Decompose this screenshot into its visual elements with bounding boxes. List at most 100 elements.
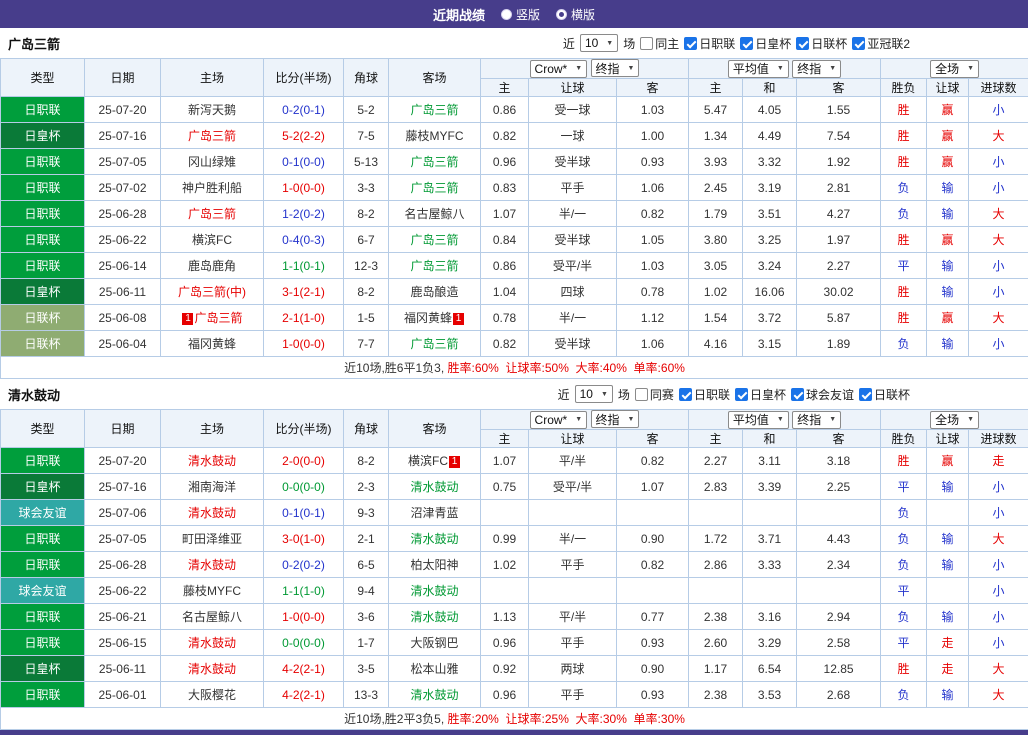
layout-radio-horizontal[interactable]: 横版: [556, 6, 595, 23]
league-filter-checkbox[interactable]: 日职联: [684, 35, 735, 52]
euro-draw-odds: 3.72: [742, 304, 798, 331]
home-team[interactable]: 清水鼓动: [188, 454, 236, 468]
away-team[interactable]: 大阪钢巴: [410, 636, 458, 650]
score-cell[interactable]: 3-0(1-0): [263, 525, 344, 552]
average-select[interactable]: 平均值: [727, 410, 789, 429]
match-count-select[interactable]: 10: [579, 34, 619, 52]
away-cell: 广岛三箭: [388, 252, 481, 279]
league-filter-checkbox[interactable]: 日联杯: [858, 386, 910, 403]
home-team[interactable]: 町田泽维亚: [182, 532, 242, 546]
col-home: 主场: [160, 58, 264, 97]
home-team[interactable]: 湘南海洋: [188, 480, 236, 494]
score-cell[interactable]: 0-0(0-0): [263, 629, 344, 656]
score-cell[interactable]: 1-0(0-0): [263, 603, 344, 630]
away-team[interactable]: 清水鼓动: [410, 610, 458, 624]
away-team[interactable]: 清水鼓动: [410, 532, 458, 546]
odds-stage-select[interactable]: 终指: [590, 59, 640, 78]
home-team[interactable]: 广岛三箭: [188, 129, 236, 143]
score-cell[interactable]: 1-2(0-2): [263, 200, 344, 227]
home-team[interactable]: 藤枝MYFC: [183, 584, 241, 598]
home-team[interactable]: 名古屋鲸八: [182, 610, 242, 624]
euro-away-odds: 1.55: [796, 96, 882, 123]
handicap-line: 两球: [528, 655, 617, 682]
score-cell[interactable]: 2-0(0-0): [263, 447, 344, 474]
away-team[interactable]: 柏太阳神: [410, 558, 458, 572]
score-cell[interactable]: 0-2(0-1): [263, 96, 344, 123]
home-team[interactable]: 福冈黄蜂: [188, 337, 236, 351]
away-team[interactable]: 清水鼓动: [410, 688, 458, 702]
league-filter-checkbox[interactable]: 日职联: [678, 386, 730, 403]
score-cell[interactable]: 1-1(1-0): [263, 577, 344, 604]
home-team[interactable]: 冈山绿雉: [188, 155, 236, 169]
away-team[interactable]: 沼津青蓝: [410, 506, 458, 520]
away-cell: 清水鼓动: [388, 525, 481, 552]
handicap-away-odds: 0.78: [615, 278, 690, 305]
home-team[interactable]: 清水鼓动: [188, 636, 236, 650]
score-cell[interactable]: 1-0(0-0): [263, 174, 344, 201]
away-team[interactable]: 名古屋鲸八: [404, 207, 464, 221]
away-team[interactable]: 广岛三箭: [410, 337, 458, 351]
handicap-home-odds: 0.84: [480, 226, 529, 253]
score-cell[interactable]: 1-0(0-0): [263, 330, 344, 357]
score-cell[interactable]: 5-2(2-2): [263, 122, 344, 149]
score-cell[interactable]: 3-1(2-1): [263, 278, 344, 305]
result-wdl: 负: [880, 174, 928, 201]
result-wdl: 胜: [880, 226, 928, 253]
euro-away-odds: 4.27: [796, 200, 882, 227]
away-team[interactable]: 松本山雅: [410, 662, 458, 676]
away-team[interactable]: 广岛三箭: [410, 181, 458, 195]
radio-label: 横版: [571, 7, 596, 22]
handicap-line: 受平/半: [528, 252, 617, 279]
score-cell[interactable]: 0-4(0-3): [263, 226, 344, 253]
away-team[interactable]: 广岛三箭: [410, 155, 458, 169]
score-cell[interactable]: 0-1(0-0): [263, 148, 344, 175]
away-team[interactable]: 福冈黄蜂: [404, 311, 452, 325]
bookmaker-select[interactable]: Crow*: [529, 410, 588, 429]
same-venue-checkbox[interactable]: 同主: [640, 35, 679, 52]
league-filter-checkbox[interactable]: 日皇杯: [734, 386, 786, 403]
league-filter-checkbox[interactable]: 球会友谊: [790, 386, 854, 403]
home-team[interactable]: 横滨FC: [192, 233, 232, 247]
match-count-select[interactable]: 10: [574, 385, 613, 403]
score-cell[interactable]: 4-2(2-1): [263, 655, 344, 682]
bookmaker-select[interactable]: Crow*: [529, 59, 588, 78]
home-team[interactable]: 大阪樱花: [188, 688, 236, 702]
odds-stage-select[interactable]: 终指: [792, 59, 842, 78]
away-team[interactable]: 藤枝MYFC: [406, 129, 464, 143]
euro-draw-odds: 4.05: [742, 96, 798, 123]
away-team[interactable]: 广岛三箭: [410, 103, 458, 117]
home-team[interactable]: 清水鼓动: [188, 662, 236, 676]
away-team[interactable]: 鹿岛酿造: [410, 285, 458, 299]
scope-select[interactable]: 全场: [930, 59, 980, 78]
home-team[interactable]: 广岛三箭(中): [178, 285, 246, 299]
layout-radio-vertical[interactable]: 竖版: [500, 6, 540, 23]
home-team[interactable]: 广岛三箭: [194, 311, 242, 325]
home-team[interactable]: 清水鼓动: [188, 558, 236, 572]
score-cell[interactable]: 0-2(0-2): [263, 551, 344, 578]
away-team[interactable]: 广岛三箭: [410, 233, 458, 247]
score-cell[interactable]: 4-2(2-1): [263, 681, 344, 708]
home-team[interactable]: 神户胜利船: [182, 181, 242, 195]
away-team[interactable]: 广岛三箭: [410, 259, 458, 273]
home-team[interactable]: 广岛三箭: [188, 207, 236, 221]
home-team[interactable]: 新泻天鹅: [188, 103, 236, 117]
handicap-line: 受半球: [528, 226, 617, 253]
home-team[interactable]: 鹿岛鹿角: [188, 259, 236, 273]
away-cell: 清水鼓动: [388, 473, 481, 500]
score-cell[interactable]: 0-1(0-1): [263, 499, 344, 526]
score-cell[interactable]: 0-0(0-0): [263, 473, 344, 500]
away-team[interactable]: 清水鼓动: [410, 584, 458, 598]
home-team[interactable]: 清水鼓动: [188, 506, 236, 520]
average-select[interactable]: 平均值: [727, 59, 789, 78]
away-team[interactable]: 横滨FC: [408, 454, 448, 468]
score-cell[interactable]: 1-1(0-1): [263, 252, 344, 279]
odds-stage-select[interactable]: 终指: [590, 410, 640, 429]
same-competition-checkbox[interactable]: 同赛: [634, 386, 674, 403]
scope-select[interactable]: 全场: [930, 410, 980, 429]
score-cell[interactable]: 2-1(1-0): [263, 304, 344, 331]
league-filter-checkbox[interactable]: 日联杯: [796, 35, 847, 52]
league-filter-checkbox[interactable]: 日皇杯: [740, 35, 791, 52]
odds-stage-select[interactable]: 终指: [792, 410, 842, 429]
league-filter-checkbox[interactable]: 亚冠联2: [852, 35, 910, 52]
away-team[interactable]: 清水鼓动: [410, 480, 458, 494]
